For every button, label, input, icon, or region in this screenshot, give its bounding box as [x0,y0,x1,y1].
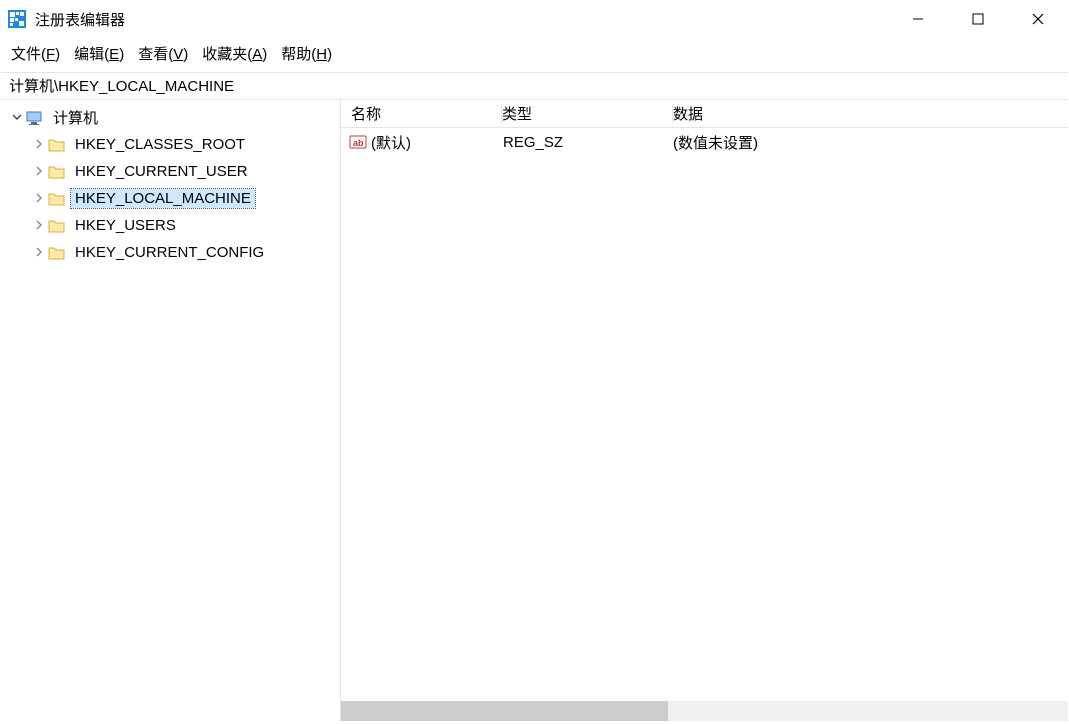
folder-icon [47,190,67,208]
tree-item[interactable]: HKEY_CURRENT_CONFIG [1,239,340,266]
tree-root-computer[interactable]: 计算机 [1,104,340,131]
chevron-right-icon[interactable] [31,219,47,233]
cell-type: REG_SZ [503,134,673,151]
close-button[interactable] [1008,1,1068,37]
computer-icon [25,109,45,127]
tree-item[interactable]: HKEY_CURRENT_USER [1,158,340,185]
tree-pane[interactable]: 计算机 HKEY_CLASSES_ROOT HKEY_CURRENT_USER HK… [1,100,341,721]
menu-view[interactable]: 查看(V) [138,43,188,64]
title-bar: 注册表编辑器 [1,1,1068,37]
horizontal-scrollbar[interactable] [341,701,1068,721]
minimize-button[interactable] [888,1,948,37]
menu-favorites[interactable]: 收藏夹(A) [202,43,267,64]
scrollbar-thumb[interactable] [341,701,668,721]
main-content: 计算机 HKEY_CLASSES_ROOT HKEY_CURRENT_USER HK… [1,100,1068,721]
menu-edit[interactable]: 编辑(E) [74,43,124,64]
tree-item-label: HKEY_CLASSES_ROOT [71,135,249,154]
window-title: 注册表编辑器 [35,9,888,30]
cell-name: (默认) [371,132,503,153]
tree-item[interactable]: HKEY_CLASSES_ROOT [1,131,340,158]
chevron-down-icon[interactable] [9,111,25,125]
tree-item-label: HKEY_LOCAL_MACHINE [71,189,255,208]
tree-item[interactable]: HKEY_LOCAL_MACHINE [1,185,340,212]
header-data[interactable]: 数据 [673,103,1068,124]
menu-bar: 文件(F) 编辑(E) 查看(V) 收藏夹(A) 帮助(H) [1,37,1068,72]
menu-file[interactable]: 文件(F) [11,43,60,64]
address-bar [1,72,1068,100]
string-value-icon: ab [349,134,367,150]
regedit-app-icon [7,9,27,29]
cell-data: (数值未设置) [673,132,1068,153]
menu-help[interactable]: 帮助(H) [281,43,332,64]
tree-item[interactable]: HKEY_USERS [1,212,340,239]
list-body[interactable]: ab (默认)REG_SZ(数值未设置) [341,128,1068,701]
list-row[interactable]: ab (默认)REG_SZ(数值未设置) [341,128,1068,156]
tree-item-label: HKEY_CURRENT_CONFIG [71,243,268,262]
window-controls [888,1,1068,37]
chevron-right-icon[interactable] [31,165,47,179]
list-header: 名称 类型 数据 [341,100,1068,128]
address-input[interactable] [9,77,1060,94]
chevron-right-icon[interactable] [31,138,47,152]
folder-icon [47,163,67,181]
folder-icon [47,136,67,154]
folder-icon [47,217,67,235]
maximize-button[interactable] [948,1,1008,37]
tree-item-label: HKEY_CURRENT_USER [71,162,252,181]
chevron-right-icon[interactable] [31,192,47,206]
folder-icon [47,244,67,262]
tree-item-label: HKEY_USERS [71,216,180,235]
svg-text:ab: ab [353,138,364,148]
tree-root-label: 计算机 [49,106,102,129]
header-type[interactable]: 类型 [502,103,672,124]
header-name[interactable]: 名称 [341,103,501,124]
chevron-right-icon[interactable] [31,246,47,260]
list-pane: 名称 类型 数据 ab (默认)REG_SZ(数值未设置) [341,100,1068,721]
